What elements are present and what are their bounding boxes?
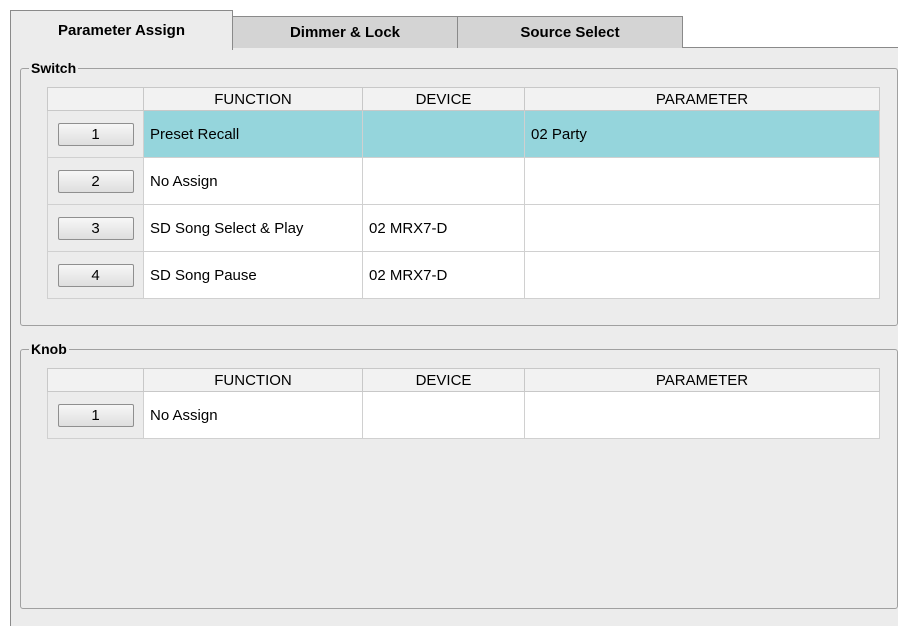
- device-cell[interactable]: [362, 110, 525, 158]
- tab-source-select[interactable]: Source Select: [457, 16, 683, 48]
- device-cell[interactable]: 02 MRX7-D: [362, 251, 525, 299]
- device-cell[interactable]: [362, 391, 525, 439]
- column-header-device: DEVICE: [362, 87, 525, 111]
- device-cell[interactable]: [362, 157, 525, 205]
- column-header-button: [47, 368, 144, 392]
- column-header-function: FUNCTION: [143, 87, 363, 111]
- parameter-cell[interactable]: 02 Party: [524, 110, 880, 158]
- switch-2-button[interactable]: 2: [57, 169, 134, 193]
- switch-assign-table: FUNCTION DEVICE PARAMETER 1 Preset Recal…: [47, 87, 880, 299]
- switch-group-title: Switch: [29, 60, 79, 76]
- button-cell: 4: [47, 251, 144, 299]
- knob-1-button[interactable]: 1: [57, 403, 134, 427]
- function-cell[interactable]: SD Song Pause: [143, 251, 363, 299]
- table-header-row: FUNCTION DEVICE PARAMETER: [47, 368, 880, 392]
- table-header-row: FUNCTION DEVICE PARAMETER: [47, 87, 880, 111]
- button-cell: 1: [47, 391, 144, 439]
- column-header-device: DEVICE: [362, 368, 525, 392]
- function-cell[interactable]: Preset Recall: [143, 110, 363, 158]
- column-header-button: [47, 87, 144, 111]
- tab-parameter-assign-label: Parameter Assign: [57, 22, 185, 39]
- table-row[interactable]: 1 Preset Recall 02 Party: [47, 110, 880, 158]
- column-header-parameter: PARAMETER: [524, 368, 880, 392]
- tab-source-select-label: Source Select: [520, 24, 620, 41]
- column-header-function: FUNCTION: [143, 368, 363, 392]
- function-cell[interactable]: No Assign: [143, 391, 363, 439]
- knob-group-title: Knob: [29, 341, 69, 357]
- tab-strip-divider: [682, 47, 898, 48]
- parameter-cell[interactable]: [524, 391, 880, 439]
- switch-3-button[interactable]: 3: [57, 216, 134, 240]
- knob-assign-table: FUNCTION DEVICE PARAMETER 1 No Assign: [47, 368, 880, 439]
- function-cell[interactable]: SD Song Select & Play: [143, 204, 363, 252]
- tab-dimmer-lock-label: Dimmer & Lock: [289, 24, 401, 41]
- button-cell: 1: [47, 110, 144, 158]
- table-row[interactable]: 2 No Assign: [47, 157, 880, 205]
- function-cell[interactable]: No Assign: [143, 157, 363, 205]
- switch-4-button[interactable]: 4: [57, 263, 134, 287]
- column-header-parameter: PARAMETER: [524, 87, 880, 111]
- tab-parameter-assign[interactable]: Parameter Assign: [10, 10, 233, 50]
- button-cell: 3: [47, 204, 144, 252]
- switch-1-button[interactable]: 1: [57, 122, 134, 146]
- device-cell[interactable]: 02 MRX7-D: [362, 204, 525, 252]
- button-cell: 2: [47, 157, 144, 205]
- parameter-cell[interactable]: [524, 251, 880, 299]
- parameter-cell[interactable]: [524, 204, 880, 252]
- tab-dimmer-lock[interactable]: Dimmer & Lock: [232, 16, 458, 48]
- table-row[interactable]: 1 No Assign: [47, 391, 880, 439]
- parameter-cell[interactable]: [524, 157, 880, 205]
- table-row[interactable]: 3 SD Song Select & Play 02 MRX7-D: [47, 204, 880, 252]
- table-row[interactable]: 4 SD Song Pause 02 MRX7-D: [47, 251, 880, 299]
- parameter-assign-window: Parameter Assign Dimmer & Lock Source Se…: [0, 0, 898, 626]
